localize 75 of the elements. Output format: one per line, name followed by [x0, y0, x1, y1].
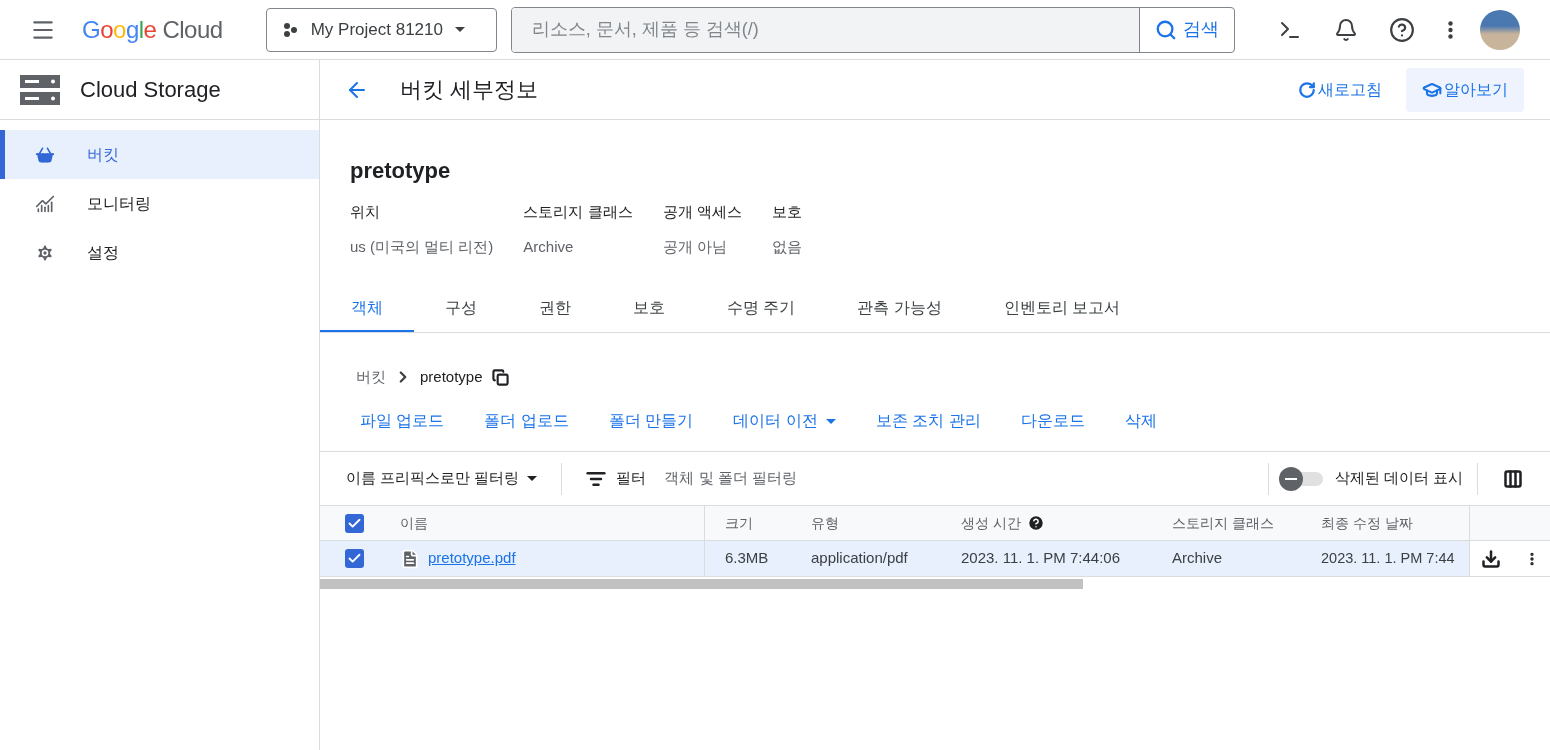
- refresh-button[interactable]: 새로고침: [1286, 67, 1394, 112]
- action-button[interactable]: 삭제: [1108, 401, 1173, 441]
- google-cloud-logo[interactable]: Google Cloud: [82, 11, 223, 48]
- breadcrumb-link[interactable]: 버킷: [356, 365, 386, 389]
- property-label: 공개 액세스: [662, 202, 742, 222]
- tab[interactable]: 구성: [414, 286, 508, 332]
- property-label: 보호: [771, 202, 802, 222]
- tab[interactable]: 관측 가능성: [826, 286, 973, 332]
- copy-button[interactable]: [490, 367, 511, 387]
- sidebar-item[interactable]: 모니터링: [0, 179, 319, 228]
- property-value: 공개 아님: [662, 236, 728, 257]
- storage-icon: [20, 74, 60, 105]
- table-row[interactable]: pretotype.pdf 6.3MB application/pdf 2023. 11. 1. PM 7:44:06 Archive 2023. 11. 1. PM 7:44: [320, 541, 1550, 577]
- avatar[interactable]: [1480, 9, 1520, 50]
- download-button[interactable]: [1480, 547, 1502, 570]
- select-all-checkbox[interactable]: [345, 513, 364, 533]
- property-label: 위치: [350, 202, 381, 222]
- tab[interactable]: 객체: [320, 286, 414, 332]
- bucket-icon: [35, 144, 55, 165]
- help-icon: [1389, 16, 1415, 43]
- action-button[interactable]: 파일 업로드: [344, 401, 461, 441]
- column-header[interactable]: 크기: [725, 512, 753, 534]
- table-cell-text: 2023. 11. 1. PM 7:44:06: [961, 548, 1120, 569]
- horizontal-scrollbar[interactable]: [320, 579, 1083, 589]
- caret-icon: [825, 418, 836, 424]
- page-title: 버킷 세부정보: [400, 76, 539, 104]
- property-value: Archive: [523, 236, 575, 257]
- show-deleted-label: 삭제된 데이터 표시: [1334, 468, 1463, 489]
- filter-label: 필터: [616, 468, 647, 489]
- property-value: us (미국의 멀티 리전): [350, 236, 494, 257]
- property-value: 없음: [771, 236, 802, 257]
- file-icon: [400, 548, 420, 569]
- action-button[interactable]: 보존 조치 관리: [859, 401, 997, 441]
- tab[interactable]: 보호: [602, 286, 696, 332]
- action-button[interactable]: 폴더 업로드: [468, 401, 585, 441]
- settings-icon: [35, 242, 55, 263]
- refresh-icon: [1298, 80, 1316, 99]
- row-checkbox[interactable]: [345, 549, 364, 568]
- table-cell-text: 6.3MB: [725, 548, 769, 569]
- sidebar-title: Cloud Storage: [80, 76, 221, 104]
- project-icon: [282, 21, 299, 38]
- tab[interactable]: 권한: [508, 286, 602, 332]
- column-header[interactable]: 이름: [400, 512, 428, 534]
- action-button[interactable]: 다운로드: [1004, 401, 1101, 441]
- file-link[interactable]: pretotype.pdf: [428, 547, 516, 570]
- project-selector[interactable]: My Project 81210: [265, 7, 497, 52]
- breadcrumb-current: pretotype: [420, 366, 483, 387]
- action-button[interactable]: 폴더 만들기: [592, 401, 710, 441]
- property-label: 스토리지 클래스: [523, 202, 633, 222]
- sidebar-item[interactable]: 설정: [0, 228, 319, 277]
- prefix-filter-dropdown[interactable]: 이름 프리픽스로만 필터링: [336, 460, 548, 497]
- bucket-name: pretotype: [350, 157, 452, 185]
- show-deleted-toggle[interactable]: [1278, 466, 1323, 491]
- columns-icon: [1503, 468, 1523, 489]
- chart-icon: [35, 193, 55, 214]
- copy-icon: [492, 368, 510, 386]
- more-icon: [1447, 20, 1453, 39]
- caret-icon: [527, 476, 538, 481]
- column-header[interactable]: 최종 수정 날짜: [1321, 512, 1413, 534]
- column-header[interactable]: 유형: [811, 512, 839, 534]
- sidebar-item[interactable]: 버킷: [0, 130, 319, 179]
- learn-button[interactable]: 알아보기: [1406, 67, 1524, 112]
- column-header[interactable]: 생성 시간: [961, 512, 1021, 534]
- tab[interactable]: 인벤토리 보고서: [972, 286, 1152, 332]
- column-header[interactable]: 스토리지 클래스: [1172, 512, 1274, 534]
- bell-icon: [1334, 17, 1358, 42]
- table-cell-text: application/pdf: [811, 548, 908, 569]
- caret-icon: [454, 27, 465, 32]
- table-cell-text: Archive: [1172, 548, 1223, 569]
- table-cell-text: 2023. 11. 1. PM 7:44: [1321, 548, 1455, 568]
- action-button[interactable]: 데이터 이전: [717, 401, 852, 441]
- tab[interactable]: 수명 주기: [696, 286, 827, 332]
- download-icon: [1481, 548, 1501, 569]
- filter-field[interactable]: 객체 및 폴더 필터링: [664, 467, 965, 490]
- columns-button[interactable]: [1502, 467, 1524, 490]
